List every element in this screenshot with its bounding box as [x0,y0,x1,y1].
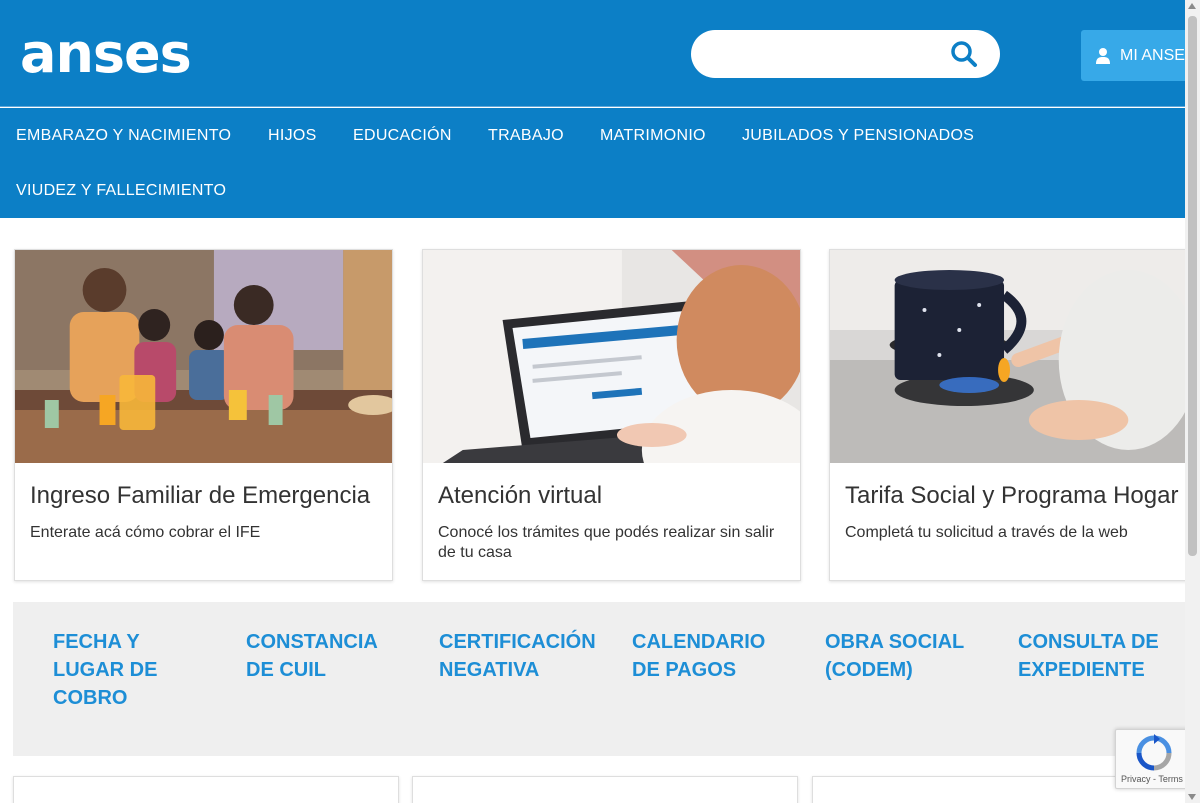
scroll-thumb[interactable] [1188,16,1197,556]
card-title[interactable]: Atención virtual [438,482,602,510]
quick-link-constancia-cuil[interactable]: CONSTANCIA DE CUIL [246,628,406,684]
bottom-card[interactable] [13,776,399,803]
quick-link-consulta-expediente[interactable]: CONSULTA DE EXPEDIENTE [1018,628,1178,684]
card-ife[interactable]: Ingreso Familiar de Emergencia Enterate … [14,249,393,581]
main-nav: EMBARAZO Y NACIMIENTO HIJOS EDUCACIÓN TR… [0,108,1185,218]
card-text: Conocé los trámites que podés realizar s… [438,524,775,561]
mi-anses-button[interactable]: MI ANSES [1081,30,1200,81]
scroll-down-icon[interactable] [1188,794,1196,800]
card-title[interactable]: Tarifa Social y Programa Hogar [845,482,1178,510]
recaptcha-links[interactable]: Privacy - Terms [1121,774,1183,784]
card-tarifa-social[interactable]: Tarifa Social y Programa Hogar Completá … [829,249,1189,581]
quick-link-calendario-pagos[interactable]: CALENDARIO DE PAGOS [632,628,792,684]
card-text: Completá tu solicitud a través de la web [845,524,1128,541]
user-icon [1096,47,1110,64]
recaptcha-icon [1136,734,1172,771]
search-box[interactable] [691,30,1000,78]
nav-item-viudez[interactable]: VIUDEZ Y FALLECIMIENTO [16,182,226,200]
site-header: anses MI ANSES [0,0,1200,107]
nav-item-matrimonio[interactable]: MATRIMONIO [600,127,706,145]
laptop-photo [423,250,800,463]
search-icon[interactable] [950,40,978,68]
nav-item-hijos[interactable]: HIJOS [268,127,317,145]
anses-logo[interactable]: anses [20,24,192,84]
quick-links-band: FECHA Y LUGAR DE COBRO CONSTANCIA DE CUI… [13,602,1185,756]
quick-link-certificacion-negativa[interactable]: CERTIFICACIÓN NEGATIVA [439,628,609,684]
scroll-up-icon[interactable] [1188,3,1196,9]
card-text: Enterate acá cómo cobrar el IFE [30,524,261,541]
nav-item-embarazo[interactable]: EMBARAZO Y NACIMIENTO [16,127,231,145]
page-scrollbar[interactable] [1185,0,1200,803]
quick-link-fecha-cobro[interactable]: FECHA Y LUGAR DE COBRO [53,628,193,712]
card-title[interactable]: Ingreso Familiar de Emergencia [30,482,370,510]
card-atencion-virtual[interactable]: Atención virtual Conocé los trámites que… [422,249,801,581]
quick-link-obra-social[interactable]: OBRA SOCIAL (CODEM) [825,628,980,684]
nav-item-educacion[interactable]: EDUCACIÓN [353,127,452,145]
nav-item-jubilados[interactable]: JUBILADOS Y PENSIONADOS [742,127,974,145]
bottom-card[interactable] [412,776,798,803]
stove-photo [830,250,1188,463]
family-photo [15,250,392,463]
nav-item-trabajo[interactable]: TRABAJO [488,127,564,145]
